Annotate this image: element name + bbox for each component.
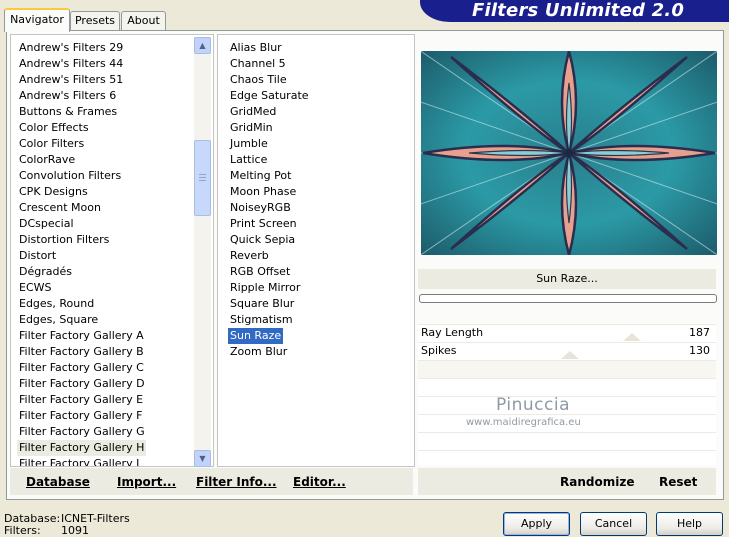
list-item[interactable]: Melting Pot bbox=[228, 168, 293, 184]
list-item[interactable]: Buttons & Frames bbox=[17, 104, 119, 120]
list-item[interactable]: Convolution Filters bbox=[17, 168, 123, 184]
spikes-slider-thumb[interactable] bbox=[561, 351, 579, 359]
list-item[interactable]: Filter Factory Gallery E bbox=[17, 392, 145, 408]
list-item[interactable]: Zoom Blur bbox=[228, 344, 289, 360]
watermark-name: Pinuccia bbox=[496, 395, 570, 415]
list-item[interactable]: RGB Offset bbox=[228, 264, 292, 280]
param-empty-row bbox=[418, 450, 716, 465]
param-label: Spikes bbox=[421, 344, 457, 357]
list-item[interactable]: ECWS bbox=[17, 280, 54, 296]
editor-button[interactable]: Editor... bbox=[293, 474, 346, 490]
scroll-down-button[interactable]: ▼ bbox=[194, 450, 211, 467]
scroll-up-button[interactable]: ▲ bbox=[194, 37, 211, 54]
grip-line bbox=[199, 177, 206, 178]
param-spikes[interactable]: Spikes 130 bbox=[418, 342, 716, 360]
list-item[interactable]: GridMin bbox=[228, 120, 275, 136]
list-item[interactable]: Chaos Tile bbox=[228, 72, 289, 88]
tab-about[interactable]: About bbox=[121, 11, 166, 31]
list-item[interactable]: Ripple Mirror bbox=[228, 280, 302, 296]
param-value: 130 bbox=[689, 344, 710, 357]
param-label: Ray Length bbox=[421, 326, 484, 339]
list-item[interactable]: CPK Designs bbox=[17, 184, 90, 200]
filter-name-label: Sun Raze... bbox=[536, 272, 598, 285]
filter-info-button[interactable]: Filter Info... bbox=[196, 474, 277, 490]
list-item[interactable]: Filter Factory Gallery G bbox=[17, 424, 147, 440]
ray-length-slider-thumb[interactable] bbox=[623, 333, 641, 341]
apply-button[interactable]: Apply bbox=[503, 512, 570, 536]
list-item[interactable]: Stigmatism bbox=[228, 312, 295, 328]
sun-raze-preview-icon bbox=[421, 51, 717, 255]
list-item[interactable]: Edge Saturate bbox=[228, 88, 311, 104]
list-item[interactable]: Color Effects bbox=[17, 120, 91, 136]
filter-list[interactable]: Alias Blur Channel 5 Chaos Tile Edge Satura… bbox=[217, 34, 415, 467]
list-item[interactable]: Jumble bbox=[228, 136, 270, 152]
tab-presets[interactable]: Presets bbox=[70, 11, 120, 31]
list-item[interactable]: Sun Raze bbox=[228, 328, 284, 344]
banner-title: Filters Unlimited 2.0 bbox=[472, 0, 685, 21]
list-item[interactable]: Print Screen bbox=[228, 216, 299, 232]
list-item[interactable]: Andrew's Filters 6 bbox=[17, 88, 118, 104]
list-item[interactable]: Channel 5 bbox=[228, 56, 288, 72]
grip-line bbox=[199, 180, 206, 181]
list-item[interactable]: Andrew's Filters 51 bbox=[17, 72, 125, 88]
param-empty-row bbox=[418, 432, 716, 450]
list-item[interactable]: Square Blur bbox=[228, 296, 296, 312]
reset-button[interactable]: Reset bbox=[659, 474, 697, 490]
preview-image bbox=[421, 51, 717, 255]
scroll-thumb[interactable] bbox=[194, 140, 211, 216]
list-item[interactable]: Color Filters bbox=[17, 136, 86, 152]
param-value: 187 bbox=[689, 326, 710, 339]
database-button[interactable]: Database bbox=[26, 474, 90, 490]
list-item[interactable]: Lattice bbox=[228, 152, 269, 168]
param-empty-row bbox=[418, 378, 716, 396]
list-item[interactable]: Edges, Square bbox=[17, 312, 100, 328]
list-item[interactable]: Moon Phase bbox=[228, 184, 298, 200]
category-list[interactable]: Andrew's Filters 29 Andrew's Filters 44 An… bbox=[10, 34, 214, 467]
list-item[interactable]: Edges, Round bbox=[17, 296, 96, 312]
list-item[interactable]: Filter Factory Gallery F bbox=[17, 408, 144, 424]
list-item[interactable]: Distortion Filters bbox=[17, 232, 111, 248]
list-item[interactable]: Andrew's Filters 29 bbox=[17, 40, 125, 56]
param-empty-row bbox=[418, 360, 716, 378]
tab-navigator[interactable]: Navigator bbox=[4, 8, 70, 32]
category-scrollbar[interactable]: ▲ ▼ bbox=[194, 37, 211, 467]
list-item[interactable]: Filter Factory Gallery H bbox=[17, 440, 147, 456]
randomize-button[interactable]: Randomize bbox=[560, 474, 634, 490]
cancel-button[interactable]: Cancel bbox=[580, 512, 647, 536]
watermark-url: www.maidiregrafica.eu bbox=[466, 417, 581, 428]
list-item[interactable]: Filter Factory Gallery B bbox=[17, 344, 146, 360]
grip-line bbox=[199, 174, 206, 175]
list-item[interactable]: NoiseyRGB bbox=[228, 200, 293, 216]
progress-bar bbox=[419, 294, 717, 303]
list-item[interactable]: Dégradés bbox=[17, 264, 74, 280]
list-item[interactable]: Crescent Moon bbox=[17, 200, 103, 216]
list-item[interactable]: GridMed bbox=[228, 104, 278, 120]
list-item[interactable]: Quick Sepia bbox=[228, 232, 297, 248]
filters-count: 1091 bbox=[61, 524, 89, 537]
help-button[interactable]: Help bbox=[656, 512, 723, 536]
list-item[interactable]: Filter Factory Gallery A bbox=[17, 328, 146, 344]
filters-label: Filters: bbox=[4, 524, 41, 537]
list-item[interactable]: Reverb bbox=[228, 248, 271, 264]
list-item[interactable]: DCspecial bbox=[17, 216, 76, 232]
filter-name-bar: Sun Raze... bbox=[418, 269, 716, 289]
navigator-panel: Andrew's Filters 29 Andrew's Filters 44 An… bbox=[6, 30, 724, 500]
param-ray-length[interactable]: Ray Length 187 bbox=[418, 324, 716, 342]
list-item[interactable]: Filter Factory Gallery D bbox=[17, 376, 147, 392]
list-item[interactable]: Filter Factory Gallery J bbox=[17, 456, 141, 466]
list-item[interactable]: Alias Blur bbox=[228, 40, 284, 56]
import-button[interactable]: Import... bbox=[117, 474, 176, 490]
list-item[interactable]: Filter Factory Gallery C bbox=[17, 360, 146, 376]
list-item[interactable]: Distort bbox=[17, 248, 58, 264]
list-item[interactable]: Andrew's Filters 44 bbox=[17, 56, 125, 72]
list-item[interactable]: ColorRave bbox=[17, 152, 77, 168]
